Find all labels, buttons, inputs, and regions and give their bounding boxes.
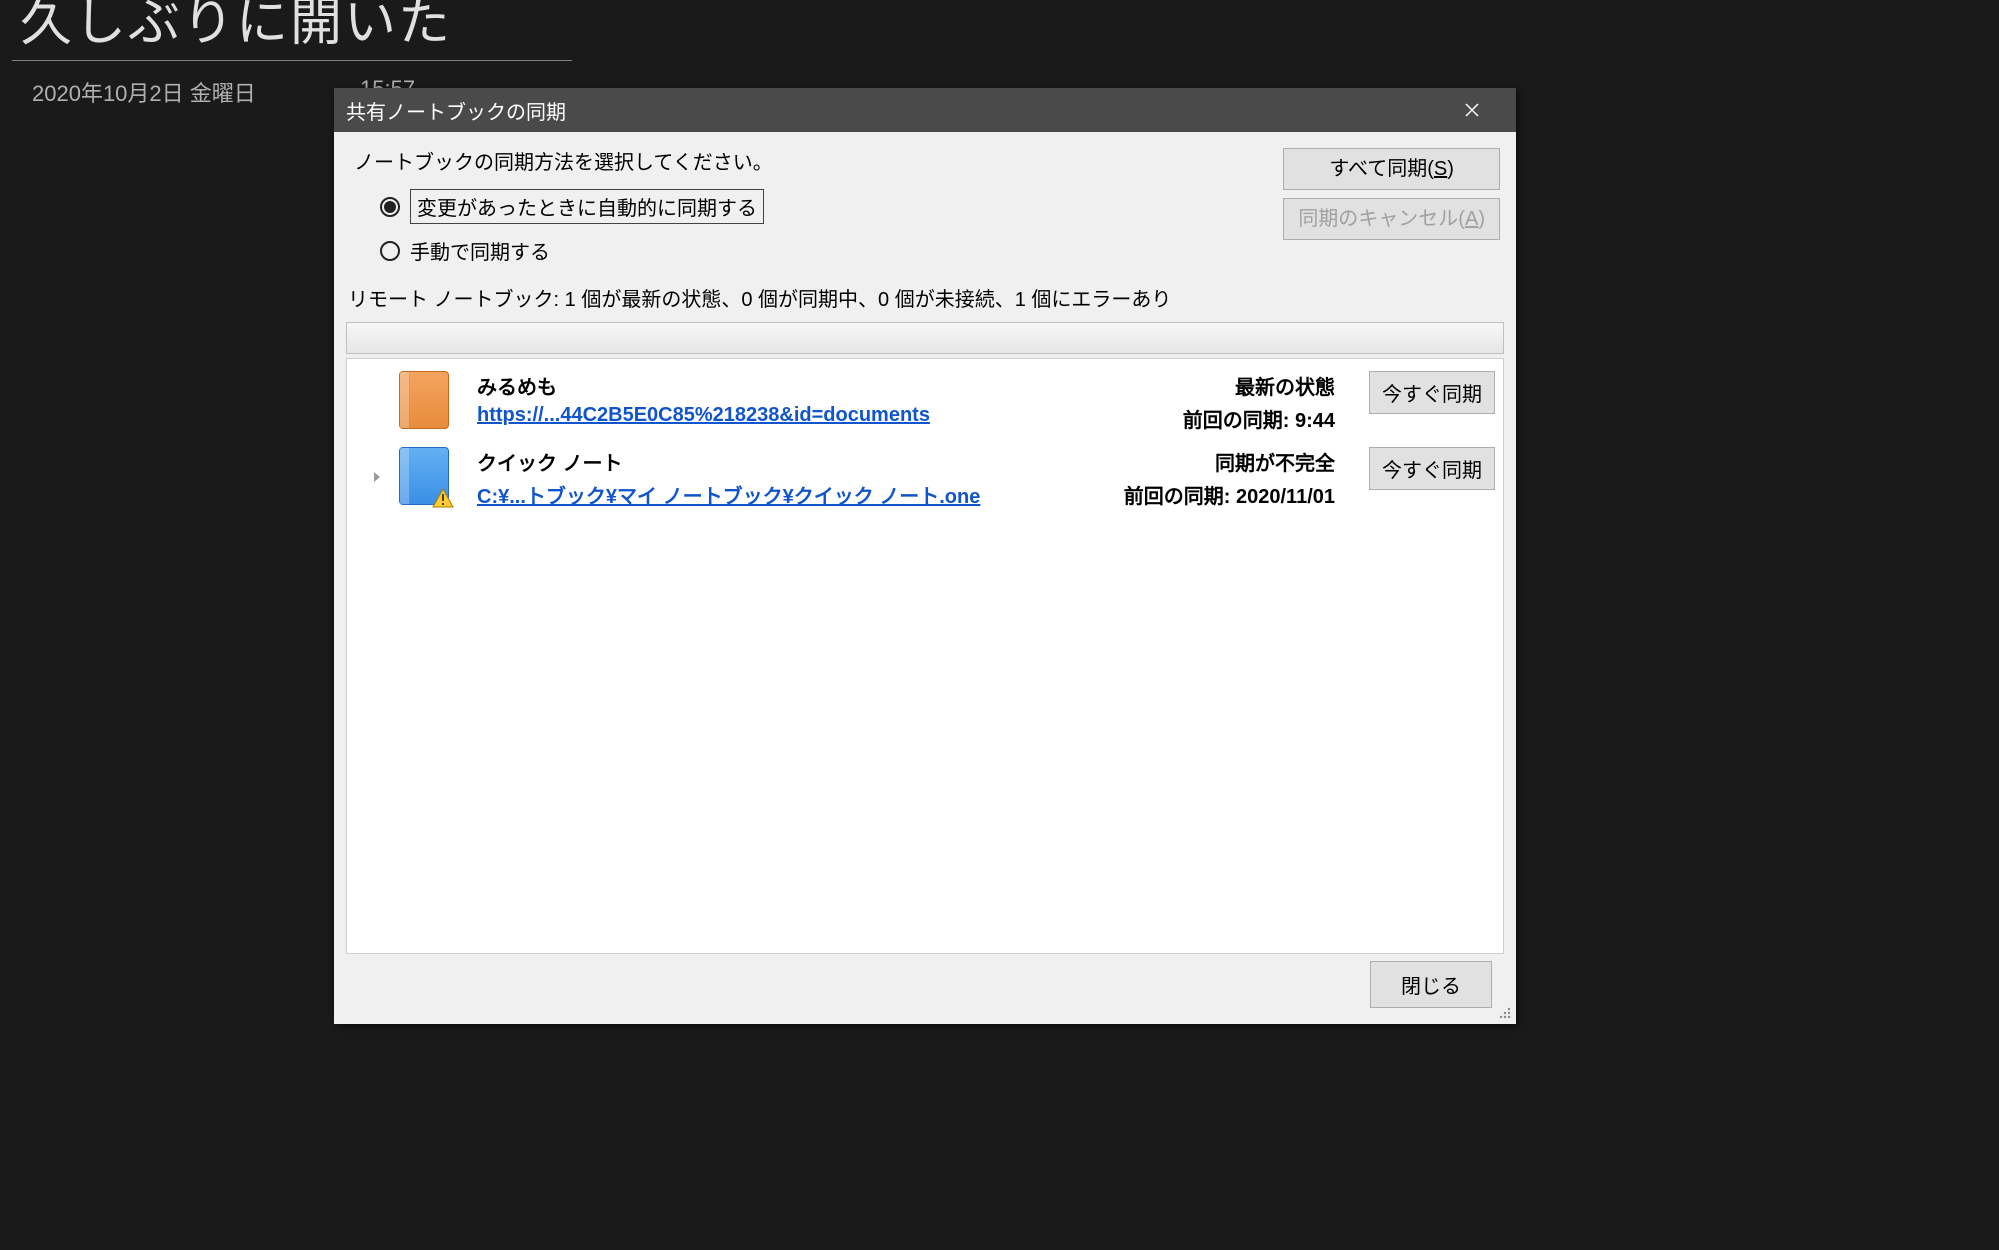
radio-manual-label: 手動で同期する	[410, 236, 550, 265]
chevron-right-icon[interactable]	[355, 447, 399, 507]
notebook-icon	[399, 447, 467, 505]
cancel-sync-button: 同期のキャンセル(A)	[1283, 198, 1500, 240]
instruction-text: ノートブックの同期方法を選択してください。	[354, 146, 773, 175]
dialog-titlebar: 共有ノートブックの同期	[334, 88, 1516, 132]
radio-checked-icon	[380, 197, 400, 217]
notebook-path-link[interactable]: https://...44C2B5E0C85%218238&id=documen…	[477, 404, 1045, 427]
title-underline	[12, 60, 572, 61]
notebook-icon	[399, 371, 467, 429]
sync-status: 同期が不完全	[1045, 447, 1335, 476]
sync-now-button[interactable]: 今すぐ同期	[1369, 371, 1495, 414]
page-date: 2020年10月2日 金曜日	[32, 76, 256, 108]
column-header-bar	[346, 322, 1504, 354]
notebook-name: クイック ノート	[477, 447, 1045, 476]
radio-manual-sync[interactable]: 手動で同期する	[380, 236, 773, 265]
notebook-name: みるめも	[477, 371, 1045, 400]
warning-icon	[432, 488, 454, 508]
close-icon[interactable]	[1440, 88, 1504, 132]
notebook-path-link[interactable]: C:¥...トブック¥マイ ノートブック¥クイック ノート.one	[477, 480, 1045, 509]
last-sync-text: 前回の同期: 9:44	[1045, 404, 1335, 433]
sync-all-button[interactable]: すべて同期(S)	[1283, 148, 1500, 190]
close-button[interactable]: 閉じる	[1370, 961, 1492, 1008]
sync-status: 最新の状態	[1045, 371, 1335, 400]
notebook-list: みるめも https://...44C2B5E0C85%218238&id=do…	[346, 358, 1504, 954]
radio-auto-sync[interactable]: 変更があったときに自動的に同期する	[380, 189, 773, 224]
list-item[interactable]: みるめも https://...44C2B5E0C85%218238&id=do…	[347, 365, 1503, 441]
radio-auto-label: 変更があったときに自動的に同期する	[410, 189, 764, 224]
page-title: 久しぶりに開いた	[20, 0, 452, 55]
resize-grip-icon[interactable]	[1496, 1004, 1514, 1022]
dialog-footer: 閉じる	[346, 954, 1504, 1014]
list-item[interactable]: クイック ノート C:¥...トブック¥マイ ノートブック¥クイック ノート.o…	[347, 441, 1503, 517]
sync-now-button[interactable]: 今すぐ同期	[1369, 447, 1495, 490]
remote-status-text: リモート ノートブック: 1 個が最新の状態、0 個が同期中、0 個が未接続、1…	[346, 283, 1504, 312]
radio-unchecked-icon	[380, 241, 400, 261]
dialog-title: 共有ノートブックの同期	[346, 96, 1440, 125]
last-sync-text: 前回の同期: 2020/11/01	[1045, 480, 1335, 509]
sync-dialog: 共有ノートブックの同期 ノートブックの同期方法を選択してください。 変更があった…	[334, 88, 1516, 1024]
dialog-body: ノートブックの同期方法を選択してください。 変更があったときに自動的に同期する …	[334, 132, 1516, 1024]
expander-placeholder	[355, 371, 399, 431]
